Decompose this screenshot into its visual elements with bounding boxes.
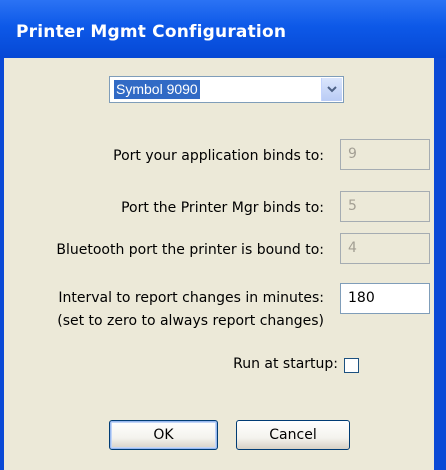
printer-model-select[interactable]: Symbol 9090 — [109, 76, 344, 103]
printer-mgr-port-field: 5 — [340, 191, 430, 222]
dialog-body: Symbol 9090 Port your application binds … — [4, 58, 434, 470]
app-port-label: Port your application binds to: — [113, 148, 324, 164]
ok-button[interactable]: OK — [109, 420, 218, 450]
app-port-field: 9 — [340, 139, 430, 170]
dialog-window: Printer Mgmt Configuration Symbol 9090 P… — [0, 0, 446, 470]
bluetooth-port-label: Bluetooth port the printer is bound to: — [56, 242, 324, 258]
run-at-startup-checkbox[interactable] — [344, 358, 359, 373]
cancel-button[interactable]: Cancel — [236, 420, 350, 450]
printer-model-value: Symbol 9090 — [114, 80, 200, 99]
title-bar[interactable]: Printer Mgmt Configuration — [0, 0, 446, 58]
window-title: Printer Mgmt Configuration — [16, 22, 287, 42]
interval-input[interactable]: 180 — [340, 283, 430, 314]
dropdown-button[interactable] — [321, 78, 342, 101]
printer-mgr-port-label: Port the Printer Mgr binds to: — [121, 200, 324, 216]
interval-sublabel: (set to zero to always report changes) — [57, 313, 324, 329]
bluetooth-port-field: 4 — [340, 233, 430, 264]
run-at-startup-label: Run at startup: — [233, 356, 338, 372]
interval-label: Interval to report changes in minutes: — [58, 290, 324, 306]
chevron-down-icon — [327, 86, 337, 93]
